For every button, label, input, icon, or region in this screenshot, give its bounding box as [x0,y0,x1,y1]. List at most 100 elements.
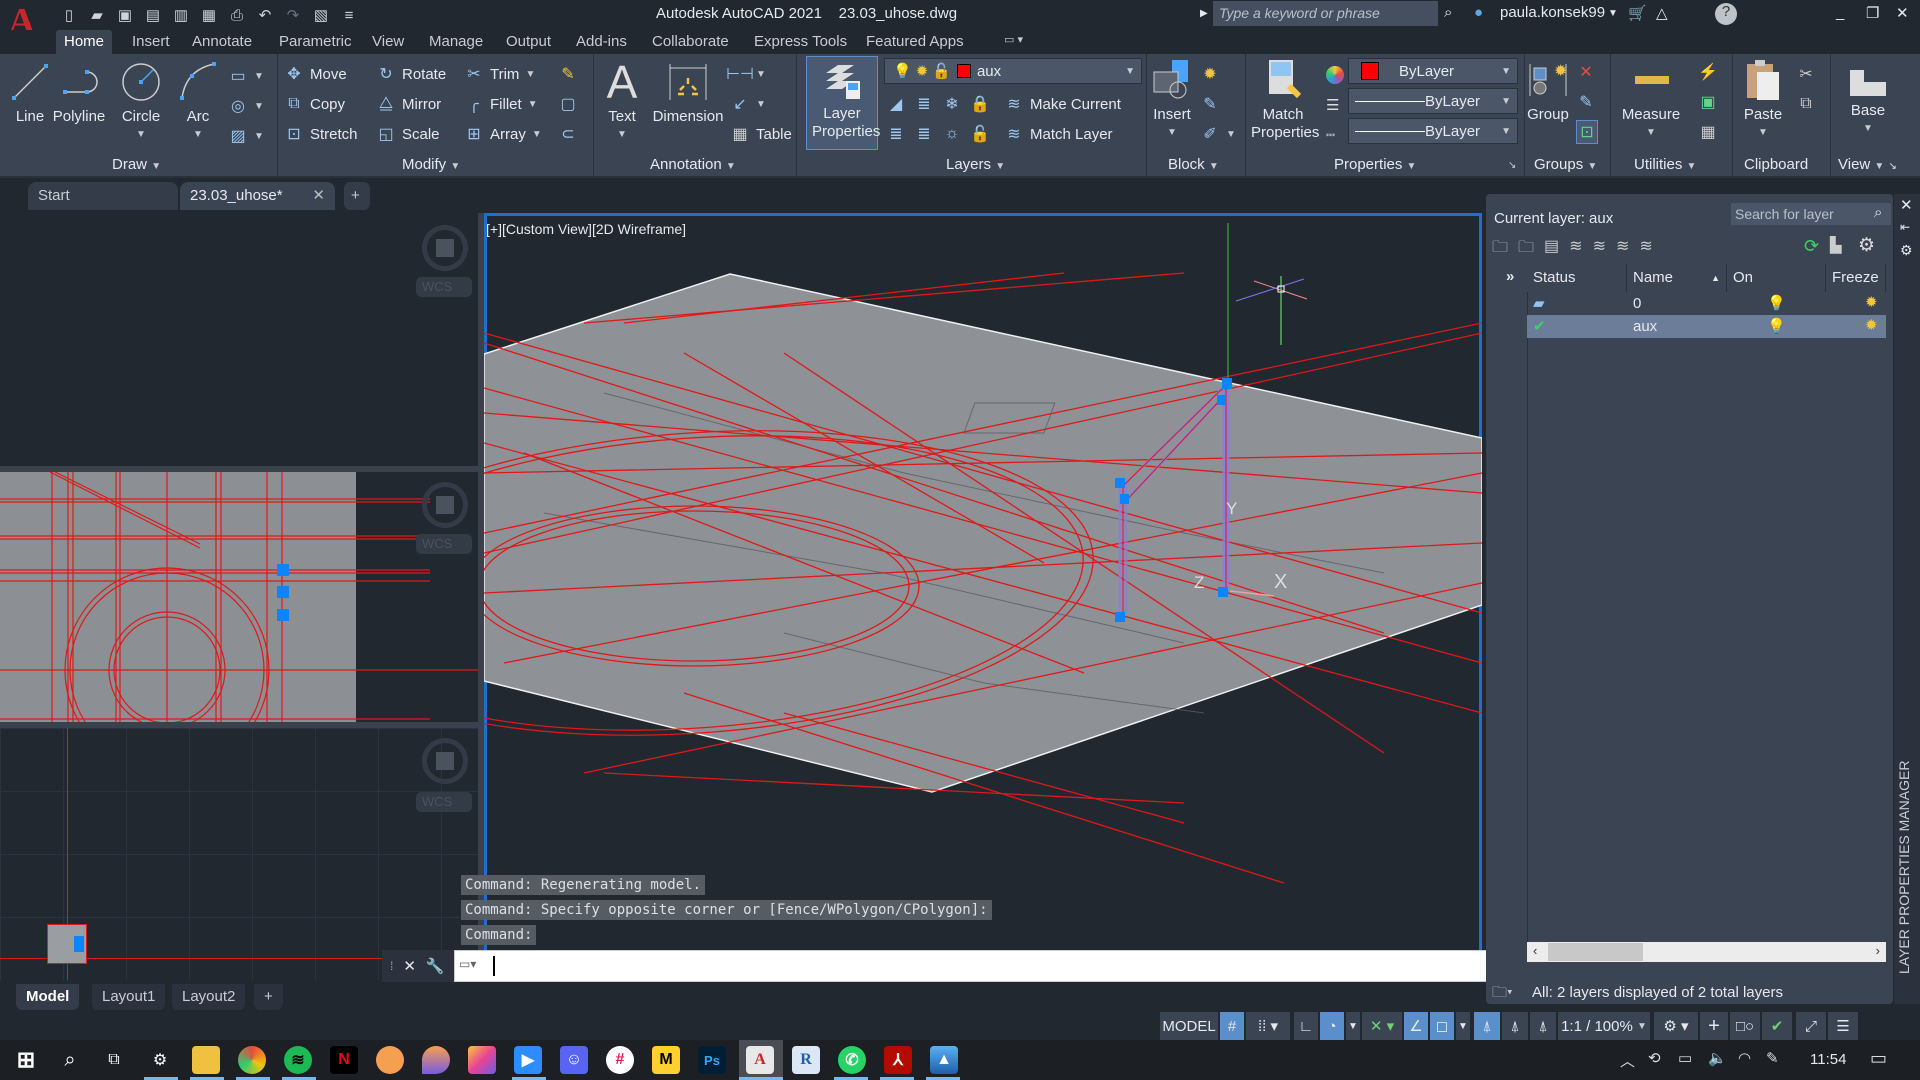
palette-properties-icon[interactable]: ⚙ [1900,242,1913,259]
search-icon[interactable]: ⌕ [56,1046,84,1074]
plot-icon[interactable]: ⎙ [226,4,248,26]
quick-select-tool[interactable]: ⚡ [1698,60,1718,84]
group-button[interactable]: ✹ Group [1526,58,1570,124]
sun-thawed-icon[interactable]: ✹ [1865,316,1878,334]
viewcube[interactable] [422,482,468,528]
netflix-icon[interactable]: N [330,1046,358,1074]
fillet-tool[interactable]: ╭ Fillet ▼ [464,92,537,116]
layer-states-icon[interactable]: ▤ [1544,236,1559,263]
linear-dim-tool[interactable]: ⊢⊣ ▼ [726,62,766,86]
windows-start-icon[interactable]: ⊞ [12,1046,40,1074]
close-palette-icon[interactable]: ✕ [1900,196,1913,214]
new-property-filter-icon[interactable]: 🗀 [1492,236,1508,263]
layer-row[interactable]: ▰ 0 💡 ✹ [1527,292,1886,315]
quick-properties-icon[interactable]: ✔ [1762,1012,1792,1040]
hatch-tool[interactable]: ▨ ▼ [228,124,263,148]
workspace-gear-icon[interactable]: ⚙ ▾ [1654,1012,1698,1040]
layer-isolate-icon[interactable]: ≣ [914,94,934,114]
polyline-tool[interactable]: Polyline [52,60,106,126]
paste-button[interactable]: Paste ▼ [1738,58,1788,142]
layer-unlock-icon[interactable]: 🔓 [970,124,990,144]
save-as-icon[interactable]: ▤ [142,4,164,26]
discord-icon[interactable]: ☺ [560,1046,588,1074]
main-viewport[interactable]: [+][Custom View][2D Wireframe] Y X Z [484,213,1482,980]
ellipse-tool[interactable]: ◎ ▼ [228,94,264,118]
autocad-taskbar-icon[interactable]: A [746,1046,774,1074]
paint-app-icon[interactable] [422,1046,450,1074]
layer-settings-toggle-icon[interactable]: ▙ [1830,236,1842,254]
move-tool[interactable]: ✥ Move [284,62,346,86]
ribbon-tab-featured-apps[interactable]: Featured Apps [858,30,972,54]
notifications-icon[interactable]: ▭ [1870,1048,1887,1069]
ribbon-tab-addins[interactable]: Add-ins [568,30,635,54]
slack-icon[interactable]: # [606,1046,634,1074]
chrome-icon[interactable] [238,1046,266,1074]
chevron-down-icon[interactable]: ▼ [1346,1012,1360,1040]
customization-menu-icon[interactable]: ☰ [1828,1012,1858,1040]
update-icon[interactable]: ⟲ [1648,1049,1661,1067]
undo-icon[interactable]: ↶ [254,4,276,26]
horizontal-scrollbar[interactable]: ‹ › [1527,942,1886,962]
table-tool[interactable]: ▦ Table [730,122,791,146]
make-current-button[interactable]: ≋ Make Current [1004,92,1121,116]
mirror-tool[interactable]: ⧋ Mirror [376,92,441,116]
scrollbar-thumb[interactable] [1548,943,1643,961]
creative-cloud-icon[interactable] [468,1046,496,1074]
task-view-icon[interactable]: ⧉ [100,1046,128,1074]
minimize-icon[interactable]: _ [1836,4,1844,21]
trim-tool[interactable]: ✂ Trim ▼ [464,62,535,86]
tab-layout1[interactable]: Layout1 [92,984,166,1010]
expand-filters-icon[interactable]: » [1506,268,1514,285]
viewport-label[interactable]: [+][Custom View][2D Wireframe] [486,221,686,237]
annotation-panel-title[interactable]: Annotation ▼ [650,156,736,173]
whatsapp-icon[interactable]: ✆ [838,1046,866,1074]
column-on[interactable]: On [1727,264,1826,292]
annotation-scale-dropdown[interactable]: 1:1 / 100% ▼ [1558,1012,1650,1040]
redo-icon[interactable]: ↷ [282,4,304,26]
file-explorer-icon[interactable] [192,1046,220,1074]
tab-document[interactable]: 23.03_uhose* ✕ [180,182,335,210]
base-view-button[interactable]: Base ▼ [1844,68,1892,138]
command-prompt-icon[interactable]: ▭▾ [459,957,476,971]
lineweight-dropdown[interactable]: ByLayer ▼ [1348,88,1518,114]
layer-on-icon[interactable]: ≣ [886,124,906,144]
ribbon-tab-view[interactable]: View [364,30,412,54]
layer-filter-icon[interactable]: 🗀▾ [1492,982,1513,1007]
customize-icon[interactable]: ≡ [338,4,360,26]
chevron-down-icon[interactable]: ▼ [176,126,220,144]
ribbon-tab-parametric[interactable]: Parametric [271,30,360,54]
tab-model[interactable]: Model [16,984,80,1010]
layer-row-selected[interactable]: ✔ aux 💡 ✹ [1527,315,1886,338]
ortho-mode-icon[interactable]: ∟ [1294,1012,1318,1040]
copy-clip-tool[interactable]: ⧉ [1796,92,1816,116]
viewport-top-left[interactable]: WCS [0,213,478,465]
rotate-tool[interactable]: ↻ Rotate [376,62,446,86]
scale-tool[interactable]: ◱ Scale [376,122,439,146]
scroll-left-icon[interactable]: ‹ [1533,943,1537,958]
customize-wrench-icon[interactable]: 🔧 [426,957,445,975]
set-current-icon[interactable]: ≋ [1639,236,1652,263]
ungroup-tool[interactable]: ✕ [1576,60,1596,84]
column-status[interactable]: Status [1527,264,1627,292]
ribbon-tab-collaborate[interactable]: Collaborate [644,30,737,54]
layer-lock-icon[interactable]: 🔒 [970,94,990,114]
workspace-icon[interactable]: ▧ [310,4,332,26]
block-attributes-tool[interactable]: ✐ ▼ [1200,122,1236,146]
wifi-icon[interactable]: ◠ [1738,1049,1751,1067]
save-icon[interactable]: ▣ [114,4,136,26]
lightbulb-on-icon[interactable]: 💡 [1767,294,1786,312]
offset-tool[interactable]: ⊂ [558,122,578,146]
scroll-right-icon[interactable]: › [1876,943,1880,958]
circle-tool[interactable]: Circle ▼ [116,60,166,144]
clipboard-panel-title[interactable]: Clipboard [1744,156,1808,173]
measure-button[interactable]: Measure ▼ [1618,58,1684,142]
viewport-middle-left[interactable]: WCS [0,472,478,722]
photos-icon[interactable]: ▲ [930,1046,958,1074]
open-from-web-icon[interactable]: ▥ [170,4,192,26]
annotation-monitor-icon[interactable]: + [1700,1012,1728,1040]
save-to-web-icon[interactable]: ▦ [198,4,220,26]
layer-search-input[interactable]: Search for layer [1731,203,1891,225]
group-selection-toggle[interactable]: ⊡ [1576,120,1598,144]
layer-off-icon[interactable]: ◢ [886,94,906,114]
autohide-icon[interactable]: ⇤ [1900,220,1910,234]
